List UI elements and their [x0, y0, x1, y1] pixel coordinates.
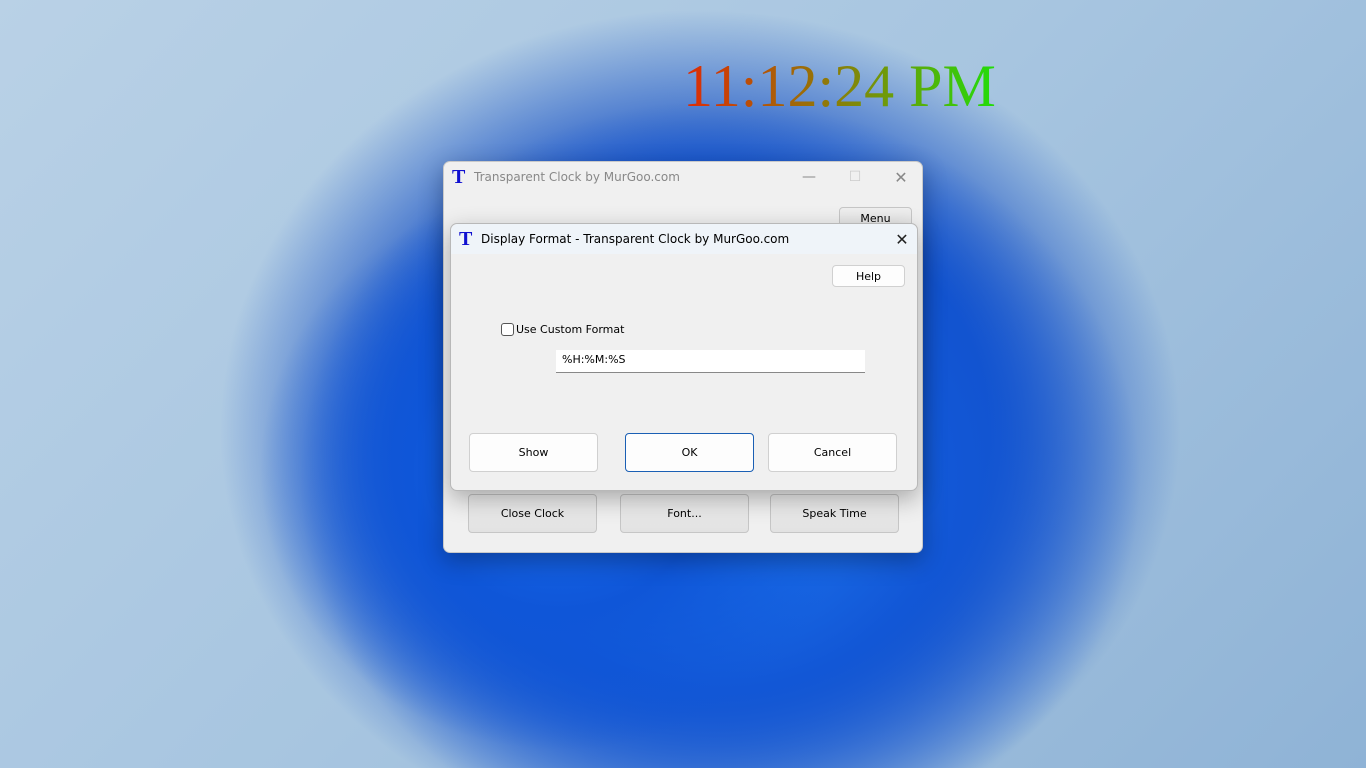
- speak-time-button[interactable]: Speak Time: [770, 494, 899, 533]
- use-custom-format-checkbox[interactable]: [501, 323, 514, 336]
- app-icon: T: [452, 165, 466, 188]
- dialog-title: Display Format - Transparent Clock by Mu…: [481, 232, 790, 246]
- close-icon[interactable]: ✕: [878, 162, 924, 192]
- dialog-title-bar[interactable]: T Display Format - Transparent Clock by …: [451, 224, 917, 254]
- app-icon: T: [459, 227, 473, 250]
- show-button[interactable]: Show: [469, 433, 598, 472]
- close-clock-button[interactable]: Close Clock: [468, 494, 597, 533]
- minimize-icon[interactable]: —: [786, 162, 832, 192]
- dialog-close-icon[interactable]: ✕: [879, 224, 925, 254]
- desktop-clock: 11:12:24 PM: [683, 53, 996, 119]
- use-custom-format-label[interactable]: Use Custom Format: [516, 323, 624, 336]
- maximize-icon: ☐: [848, 169, 862, 185]
- ok-button[interactable]: OK: [625, 433, 754, 472]
- help-button[interactable]: Help: [832, 265, 905, 287]
- cancel-button[interactable]: Cancel: [768, 433, 897, 472]
- font-button[interactable]: Font...: [620, 494, 749, 533]
- format-input[interactable]: %H:%M:%S: [556, 350, 865, 373]
- main-window-title: Transparent Clock by MurGoo.com: [474, 170, 680, 184]
- display-format-dialog: T Display Format - Transparent Clock by …: [450, 223, 918, 491]
